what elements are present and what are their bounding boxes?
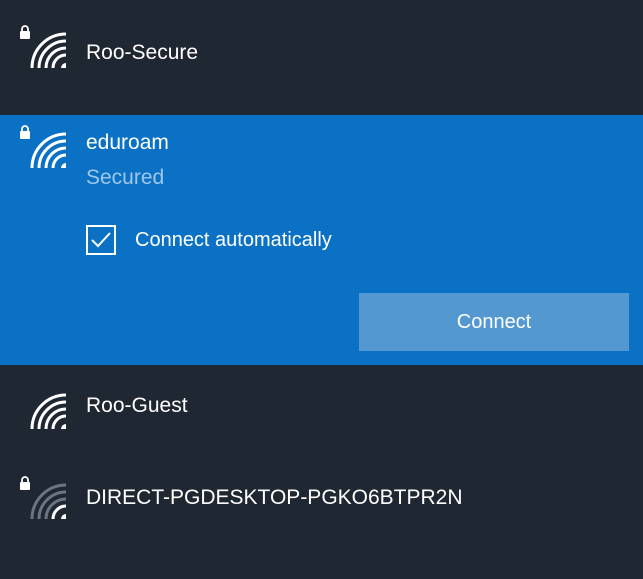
connect-button[interactable]: Connect: [359, 293, 629, 351]
network-item-roo-secure[interactable]: Roo-Secure: [0, 0, 643, 115]
wifi-lock-icon: [20, 25, 67, 69]
network-name: eduroam: [86, 131, 169, 154]
network-item-roo-guest[interactable]: Roo-Guest: [0, 365, 643, 455]
wifi-icon: [30, 393, 67, 430]
wifi-network-list: Roo-Secure eduroam Secured Connect autom…: [0, 0, 643, 579]
network-name: DIRECT-PGDESKTOP-PGKO6BTPR2N: [86, 486, 463, 509]
network-name: Roo-Secure: [86, 41, 199, 64]
connect-automatically-label: Connect automatically: [135, 229, 332, 251]
network-name: Roo-Guest: [86, 394, 188, 417]
checkmark-icon: [91, 232, 111, 248]
wifi-lock-icon: [20, 125, 67, 169]
wifi-lock-icon: [20, 476, 67, 520]
network-item-direct-pgdesktop[interactable]: DIRECT-PGDESKTOP-PGKO6BTPR2N: [0, 455, 643, 579]
network-status: Secured: [86, 166, 165, 189]
network-item-eduroam[interactable]: eduroam Secured Connect automatically Co…: [0, 115, 643, 365]
connect-automatically-checkbox[interactable]: [86, 225, 116, 255]
